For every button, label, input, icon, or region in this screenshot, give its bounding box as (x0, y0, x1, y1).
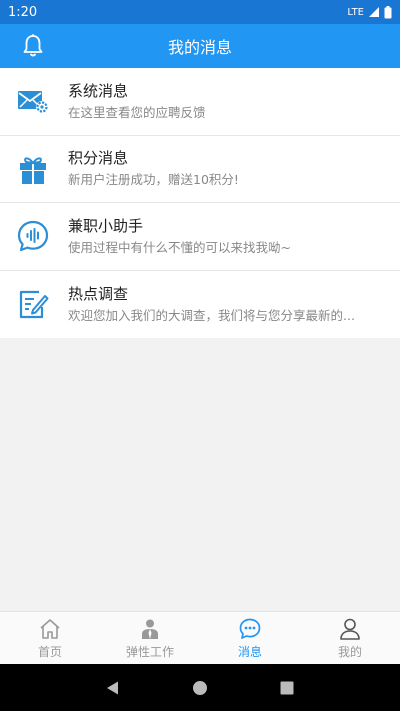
tab-label: 弹性工作 (125, 644, 174, 659)
app-header: 我的消息 (0, 24, 400, 68)
user-icon (340, 618, 360, 640)
recents-icon[interactable] (279, 680, 295, 696)
message-icon (239, 618, 261, 639)
tab-profile[interactable]: 我的 (300, 612, 400, 664)
message-subtitle: 新用户注册成功，赠送10积分! (68, 172, 239, 188)
bottom-tab-bar: 首页 弹性工作 消息 我的 (0, 611, 400, 664)
tab-label: 首页 (37, 644, 62, 659)
message-subtitle: 在这里查看您的应聘反馈 (68, 104, 206, 120)
tab-home[interactable]: 首页 (0, 612, 100, 664)
message-subtitle: 使用过程中有什么不懂的可以来找我呦~ (68, 239, 291, 255)
network-label: LTE (347, 6, 364, 18)
tab-label: 消息 (237, 644, 262, 659)
message-subtitle: 欢迎您加入我们的大调查，我们将与您分享最新的... (68, 307, 355, 323)
back-icon[interactable] (105, 680, 121, 696)
survey-icon (16, 287, 50, 321)
voice-chat-icon (16, 219, 50, 253)
bell-icon[interactable] (20, 33, 46, 59)
page-title: 我的消息 (167, 38, 232, 57)
home-icon (40, 618, 60, 639)
message-item-assistant[interactable]: 兼职小助手 使用过程中有什么不懂的可以来找我呦~ (0, 203, 400, 271)
status-indicators: LTE (347, 5, 392, 19)
home-circle-icon[interactable] (192, 680, 208, 696)
tab-messages[interactable]: 消息 (200, 612, 300, 664)
worker-icon (142, 619, 158, 639)
status-bar: 1:20 LTE (0, 0, 400, 24)
message-title: 热点调查 (68, 284, 129, 303)
message-item-points[interactable]: 积分消息 新用户注册成功，赠送10积分! (0, 135, 400, 203)
tab-flexible-work[interactable]: 弹性工作 (100, 612, 200, 664)
tab-label: 我的 (337, 644, 362, 659)
message-title: 兼职小助手 (68, 216, 144, 235)
mail-settings-icon (16, 84, 50, 118)
message-title: 积分消息 (68, 149, 129, 168)
message-list: 系统消息 在这里查看您的应聘反馈 积分消息 新用户注册成功，赠送10积分! 兼职… (0, 68, 400, 338)
battery-icon (384, 5, 392, 18)
message-item-system[interactable]: 系统消息 在这里查看您的应聘反馈 (0, 68, 400, 136)
system-nav-bar (0, 664, 400, 711)
status-time: 1:20 (8, 4, 38, 20)
message-item-survey[interactable]: 热点调查 欢迎您加入我们的大调查，我们将与您分享最新的... (0, 270, 400, 338)
gift-icon (16, 152, 50, 186)
message-title: 系统消息 (68, 81, 129, 100)
signal-icon (369, 7, 379, 17)
